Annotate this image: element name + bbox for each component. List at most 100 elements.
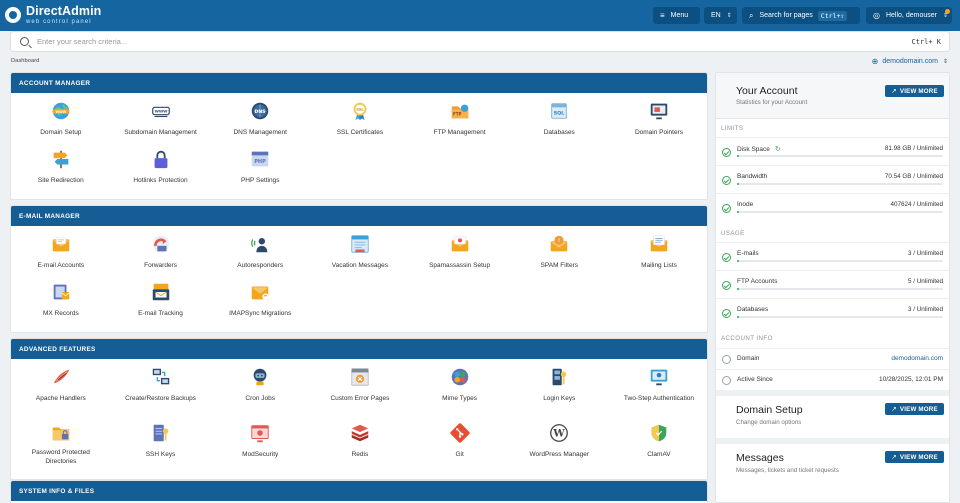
search-pages-button[interactable]: ⌕ Search for pages Ctrl+⇧ — [742, 7, 860, 24]
logo[interactable]: DirectAdmin web control panel — [5, 5, 101, 25]
domain-card-subtitle: Change domain options — [736, 419, 802, 426]
section-header[interactable]: ACCOUNT MANAGER — [11, 73, 707, 93]
dns-globe-icon: DNS — [249, 100, 271, 122]
feature-label: SSH Keys — [145, 451, 176, 458]
stat-row-inode: Inode 407624 / Unlimited — [716, 193, 949, 221]
search-input[interactable] — [37, 37, 877, 46]
feature-custom-error-pages[interactable]: Custom Error Pages — [310, 366, 410, 422]
section-header[interactable]: ADVANCED FEATURES — [11, 339, 707, 359]
refresh-icon[interactable]: ↻ — [775, 146, 781, 153]
stat-row-ftp-accounts: FTP Accounts 5 / Unlimited — [716, 270, 949, 298]
search-icon: ⌕ — [749, 10, 754, 20]
section-header[interactable]: E-MAIL MANAGER — [11, 206, 707, 226]
feature-label: Cron Jobs — [245, 395, 276, 402]
info-name: Domain — [737, 355, 760, 362]
info-row-domain: Domain demodomain.com — [716, 348, 949, 369]
feature-ftp-management[interactable]: FTP FTP Management — [410, 100, 510, 148]
feature-autoresponders[interactable]: Autoresponders — [210, 233, 310, 281]
usage-bar-fill — [737, 211, 740, 213]
feature-e-mail-tracking[interactable]: E-mail Tracking — [111, 281, 211, 329]
feature-apache-handlers[interactable]: Apache Handlers — [11, 366, 111, 422]
info-domain-link[interactable]: demodomain.com — [891, 355, 943, 362]
feature-hotlinks-protection[interactable]: Hotlinks Protection — [111, 148, 211, 196]
feature-mx-records[interactable]: MX Records — [11, 281, 111, 329]
domain-selector-label: demodomain.com — [882, 58, 938, 65]
stat-name: Databases — [737, 306, 768, 313]
section-account-manager: ACCOUNT MANAGER WWW Domain Setup WWW Subdoma… — [10, 72, 708, 200]
feature-spamassassin-setup[interactable]: Spamassassin Setup — [410, 233, 510, 281]
feature-create-restore-backups[interactable]: Create/Restore Backups — [111, 366, 211, 422]
feature-mime-types[interactable]: Mime Types — [410, 366, 510, 422]
feature-login-keys[interactable]: Login Keys — [509, 366, 609, 422]
account-view-more-button[interactable]: ↗ VIEW MORE — [885, 85, 944, 97]
stat-name: Disk Space ↻ — [737, 145, 781, 153]
feature-domain-setup[interactable]: WWW Domain Setup — [11, 100, 111, 148]
check-circle-icon — [722, 309, 731, 318]
app-subtitle: web control panel — [26, 18, 92, 25]
feature-spam-filters[interactable]: ! SPAM Filters — [509, 233, 609, 281]
feature-label: ClamAV — [647, 451, 671, 458]
stat-name: FTP Accounts — [737, 278, 777, 285]
feature-domain-pointers[interactable]: Domain Pointers — [609, 100, 709, 148]
usage-bar — [737, 211, 943, 213]
notification-dot — [945, 9, 950, 14]
feature-redis[interactable]: Redis — [310, 422, 410, 478]
feature-cron-jobs[interactable]: Cron Jobs — [210, 366, 310, 422]
app-title: DirectAdmin — [26, 4, 102, 18]
usage-bar — [737, 155, 943, 157]
redis-icon — [349, 422, 371, 444]
feature-forwarders[interactable]: Forwarders — [111, 233, 211, 281]
menu-button[interactable]: ≡ Menu — [653, 7, 700, 24]
menu-label: Menu — [670, 12, 689, 19]
feature-e-mail-accounts[interactable]: E-mail Accounts — [11, 233, 111, 281]
check-circle-icon — [722, 204, 731, 213]
stat-name-text: Inode — [737, 201, 754, 208]
external-link-icon: ↗ — [891, 88, 897, 95]
stat-row-databases: Databases 3 / Unlimited — [716, 298, 949, 326]
feature-databases[interactable]: SQL Databases — [509, 100, 609, 148]
account-header: Your Account Statistics for your Account… — [716, 73, 949, 119]
email-tracking-icon — [150, 281, 172, 303]
feature-ssh-keys[interactable]: SSH Keys — [111, 422, 211, 478]
www-bar-icon: WWW — [150, 100, 172, 122]
feature-two-step-authentication[interactable]: Two-Step Authentication — [609, 366, 709, 422]
section-header[interactable]: SYSTEM INFO & FILES — [11, 481, 707, 501]
feature-vacation-messages[interactable]: Vacation Messages — [310, 233, 410, 281]
language-select[interactable]: EN ⇕ — [704, 7, 737, 24]
feature-dns-management[interactable]: DNS DNS Management — [210, 100, 310, 148]
feature-label: ModSecurity — [242, 451, 279, 458]
feature-modsecurity[interactable]: ModSecurity — [210, 422, 310, 478]
search-icon — [20, 37, 29, 46]
clamav-shield-icon — [648, 422, 670, 444]
feature-label: Databases — [543, 129, 575, 136]
mailing-list-icon — [648, 233, 670, 255]
feature-ssl-certificates[interactable]: SSL SSL Certificates — [310, 100, 410, 148]
usage-bar — [737, 183, 943, 185]
feature-php-settings[interactable]: PHP PHP Settings — [210, 148, 310, 196]
globe-www-icon: WWW — [50, 100, 72, 122]
git-icon — [449, 422, 471, 444]
stat-row-e-mails: E-mails 3 / Unlimited — [716, 242, 949, 270]
envelope-icon — [50, 233, 72, 255]
feature-wordpress-manager[interactable]: W WordPress Manager — [509, 422, 609, 478]
view-more-label: VIEW MORE — [899, 453, 938, 461]
messages-view-more-button[interactable]: ↗ VIEW MORE — [885, 451, 944, 463]
feature-git[interactable]: Git — [410, 422, 510, 478]
feature-imapsync-migrations[interactable]: IMAPSync Migrations — [210, 281, 310, 329]
breadcrumb[interactable]: Dashboard — [11, 58, 39, 64]
feature-password-protected-directories[interactable]: Password Protected Directories — [11, 422, 111, 478]
domain-selector[interactable]: ⊕ demodomain.com ⇕ — [872, 57, 948, 66]
search-shortcut: Ctrl+ K — [911, 37, 941, 46]
globe-icon — [722, 355, 731, 364]
feature-site-redirection[interactable]: Site Redirection — [11, 148, 111, 196]
feature-clamav[interactable]: ClamAV — [609, 422, 709, 478]
feature-label: E-mail Tracking — [138, 310, 183, 317]
stat-value: 81.98 GB / Unlimited — [884, 145, 943, 152]
feature-subdomain-management[interactable]: WWW Subdomain Management — [111, 100, 211, 148]
ssh-keys-icon — [150, 422, 172, 444]
feature-mailing-lists[interactable]: Mailing Lists — [609, 233, 709, 281]
svg-text:FTP: FTP — [453, 112, 461, 117]
stat-name-text: E-mails — [737, 250, 759, 257]
user-menu-button[interactable]: ◎ Hello, demouser ⇕ — [866, 7, 952, 24]
domain-view-more-button[interactable]: ↗ VIEW MORE — [885, 403, 944, 415]
